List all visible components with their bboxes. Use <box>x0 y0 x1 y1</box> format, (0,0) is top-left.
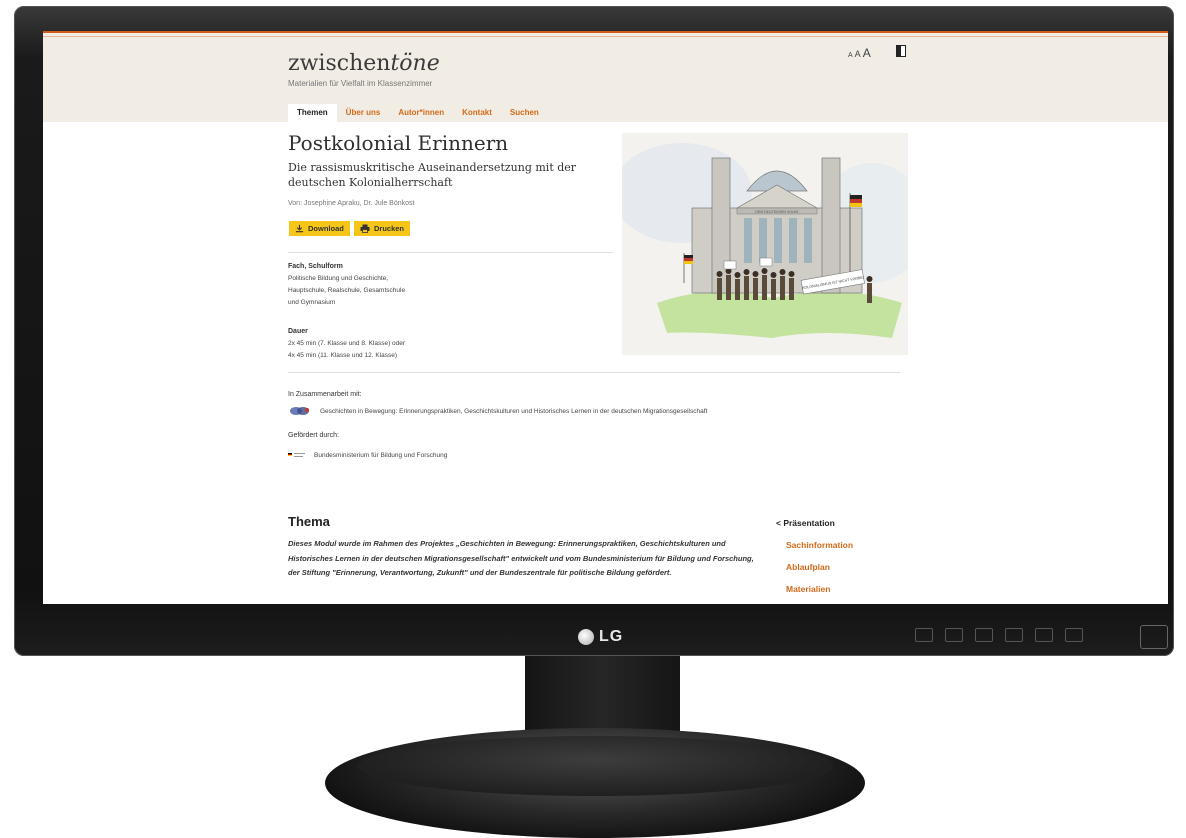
power-button[interactable] <box>1140 625 1168 649</box>
monitor-button[interactable] <box>915 628 933 642</box>
divider <box>288 252 613 253</box>
nav-tab-ueber-uns[interactable]: Über uns <box>337 104 390 122</box>
screen: zwischentöne Materialien für Vielfalt im… <box>43 31 1168 604</box>
site-tagline: Materialien für Vielfalt im Klassenzimme… <box>288 79 433 88</box>
monitor-button[interactable] <box>1005 628 1023 642</box>
text-size-small[interactable]: A <box>848 52 853 59</box>
monitor-button[interactable] <box>975 628 993 642</box>
print-button[interactable]: Drucken <box>354 221 411 236</box>
thema-heading: Thema <box>288 514 330 529</box>
printer-icon <box>360 224 370 233</box>
monitor-button[interactable] <box>1035 628 1053 642</box>
brand-label: LG <box>599 628 624 645</box>
page-title: Postkolonial Erinnern <box>288 131 509 155</box>
cooperation-partner[interactable]: Geschichten in Bewegung: Erinnerungsprak… <box>288 405 707 417</box>
funded-text: Bundesministerium für Bildung und Forsch… <box>314 451 448 459</box>
text-size-medium[interactable]: A <box>855 49 861 59</box>
fach-line: Politische Bildung und Geschichte, <box>288 275 389 282</box>
building-inscription: DEM DEUTSCHEN VOLKE <box>755 210 799 214</box>
dauer-line: 4x 45 min (11. Klasse und 12. Klasse) <box>288 352 397 359</box>
fach-line: Hauptschule, Realschule, Gesamtschule <box>288 287 406 294</box>
sidebar-item-ablaufplan[interactable]: Ablaufplan <box>786 562 830 572</box>
page-subtitle: Die rassismuskritische Auseinandersetzun… <box>288 161 577 189</box>
nav-tab-suchen[interactable]: Suchen <box>501 104 548 122</box>
site-logo[interactable]: zwischentöne <box>288 51 440 76</box>
thema-text: Dieses Modul wurde im Rahmen des Projekt… <box>288 539 754 577</box>
cooperation-text: Geschichten in Bewegung: Erinnerungsprak… <box>320 407 708 415</box>
logo-italic: töne <box>390 51 440 76</box>
fach-heading: Fach, Schulform <box>288 263 343 270</box>
divider <box>288 372 900 373</box>
lg-logo: LG <box>578 628 623 646</box>
header-line <box>43 36 1168 37</box>
download-button[interactable]: Download <box>289 221 350 236</box>
cooperation-heading: In Zusammenarbeit mit: <box>288 391 362 398</box>
text-size-large[interactable]: A <box>863 46 871 60</box>
lg-logo-icon <box>578 629 594 645</box>
dauer-heading: Dauer <box>288 328 308 335</box>
nav-tab-autorinnen[interactable]: Autor*innen <box>389 104 453 122</box>
site-header: zwischentöne Materialien für Vielfalt im… <box>43 31 1168 122</box>
reichstag-illustration: DEM DEUTSCHEN VOLKE KOLONIALISMUS IST NI… <box>622 133 908 355</box>
contrast-toggle-icon[interactable] <box>896 45 906 57</box>
sidebar-back-praesentation[interactable]: < Präsentation <box>776 518 835 528</box>
dauer-line: 2x 45 min (7. Klasse und 8. Klasse) oder <box>288 340 406 347</box>
funded-heading: Gefördert durch: <box>288 432 339 439</box>
download-label: Download <box>308 224 344 233</box>
monitor-buttons <box>915 628 1083 642</box>
fach-line: und Gymnasium <box>288 299 336 306</box>
sidebar-item-materialien[interactable]: Materialien <box>786 584 830 594</box>
authors: Von: Josephine Apraku, Dr. Jule Bönkost <box>288 200 415 207</box>
geschichten-in-bewegung-logo <box>290 407 309 415</box>
main-nav: Themen Über uns Autor*innen Kontakt Such… <box>288 104 548 122</box>
nav-tab-themen[interactable]: Themen <box>288 104 337 122</box>
monitor-button[interactable] <box>945 628 963 642</box>
funding-partner[interactable]: Bundesministerium für Bildung und Forsch… <box>288 450 447 460</box>
monitor-base-top <box>358 736 833 796</box>
logo-main: zwischen <box>288 51 391 76</box>
sidebar-item-sachinformation[interactable]: Sachinformation <box>786 540 853 550</box>
bmbf-logo <box>288 453 305 457</box>
print-label: Drucken <box>374 224 405 233</box>
monitor-button[interactable] <box>1065 628 1083 642</box>
nav-tab-kontakt[interactable]: Kontakt <box>453 104 501 122</box>
download-icon <box>295 224 304 233</box>
text-size-controls: A A A <box>848 46 871 60</box>
